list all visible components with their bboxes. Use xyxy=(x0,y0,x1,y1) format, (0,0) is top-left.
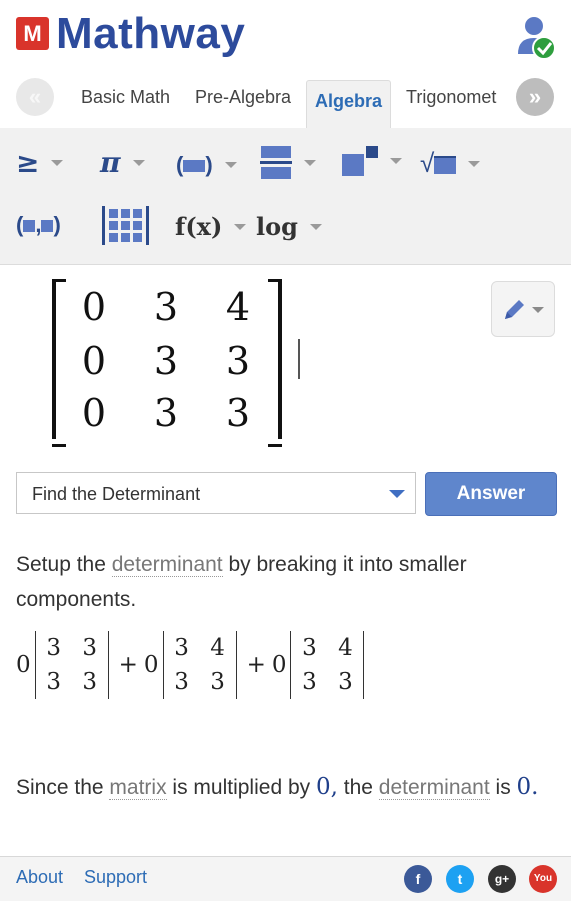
matrix-cell: 3 xyxy=(153,391,179,435)
google-plus-icon[interactable]: g+ xyxy=(488,865,516,893)
matrix-cell: 0 xyxy=(81,285,107,329)
ordered-pair-icon: (,) xyxy=(16,212,61,237)
tabs-next-button[interactable]: » xyxy=(516,78,554,116)
log-icon: log xyxy=(256,212,298,241)
chevron-down-icon xyxy=(468,160,481,167)
solution-step-2: Since the matrix is multiplied by 0, the… xyxy=(16,774,539,800)
parentheses-icon: () xyxy=(176,152,213,177)
chevron-down-icon xyxy=(51,159,64,166)
matrix-cell: 3 xyxy=(153,339,179,383)
answer-button[interactable]: Answer xyxy=(425,472,557,516)
matrix-cell: 0 xyxy=(81,339,107,383)
matrix-cell: 4 xyxy=(225,285,251,329)
minor-determinant: 34 33 xyxy=(290,631,365,699)
radical-menu[interactable]: √ xyxy=(420,148,481,179)
tab-basic-math[interactable]: Basic Math xyxy=(81,80,170,128)
tabs-prev-button[interactable]: « xyxy=(16,78,54,116)
solution-step-1: Setup the determinant by breaking it int… xyxy=(16,553,467,611)
matrix-button[interactable] xyxy=(102,206,149,245)
chevron-down-icon xyxy=(224,162,237,168)
matrix-icon xyxy=(102,206,149,245)
chevron-down-icon xyxy=(389,490,405,498)
determinant-expansion: 0 33 33 + 0 34 33 + 0 34 33 xyxy=(16,630,368,700)
matrix-cell: 3 xyxy=(225,391,251,435)
matrix-cell: 3 xyxy=(153,285,179,329)
parentheses-menu[interactable]: () xyxy=(176,152,237,178)
symbol-palette: ≥ π () √ (,) f(x) log xyxy=(0,128,571,265)
twitter-icon[interactable]: t xyxy=(446,865,474,893)
operation-select[interactable]: Find the Determinant xyxy=(16,472,416,514)
matrix-cell: 3 xyxy=(225,339,251,383)
footer-bar: About Support f t g+ You xyxy=(0,856,571,901)
cofactor-coefficient: 0 xyxy=(143,652,159,678)
function-menu[interactable]: f(x) xyxy=(175,212,247,241)
text-cursor xyxy=(298,339,300,379)
function-icon: f(x) xyxy=(175,212,223,241)
app-header: M Mathway xyxy=(0,0,571,67)
matrix-cell: 0 xyxy=(81,391,107,435)
cofactor-coefficient: 0 xyxy=(271,652,287,678)
chevron-down-icon xyxy=(309,223,322,230)
determinant-link[interactable]: determinant xyxy=(111,553,223,577)
subject-tabbar: « Basic Math Pre-Algebra Algebra Trigono… xyxy=(0,66,571,129)
fraction-icon xyxy=(260,146,292,179)
inequality-icon: ≥ xyxy=(16,146,40,179)
edit-button[interactable] xyxy=(491,281,555,337)
ordered-pair-button[interactable]: (,) xyxy=(16,212,61,238)
user-account-icon[interactable] xyxy=(516,14,556,60)
matrix-link[interactable]: matrix xyxy=(109,776,167,800)
chevron-down-icon xyxy=(234,223,247,230)
determinant-link[interactable]: determinant xyxy=(378,776,490,800)
minor-determinant: 34 33 xyxy=(162,631,237,699)
about-link[interactable]: About xyxy=(16,867,63,888)
chevron-down-icon xyxy=(390,158,402,164)
chevron-down-icon xyxy=(132,159,145,166)
logo-text: Mathway xyxy=(56,9,246,58)
fraction-menu[interactable] xyxy=(260,146,316,179)
plus-operator: + xyxy=(118,652,138,678)
tab-pre-algebra[interactable]: Pre-Algebra xyxy=(195,80,291,128)
exponent-menu[interactable] xyxy=(342,146,402,176)
tab-trigonometry[interactable]: Trigonomet xyxy=(406,80,504,128)
pi-icon: π xyxy=(100,146,121,179)
logo-icon: M xyxy=(16,17,49,50)
facebook-icon[interactable]: f xyxy=(404,865,432,893)
expression-editor[interactable]: 0 3 4 0 3 3 0 3 3 xyxy=(0,265,571,447)
exponent-icon xyxy=(342,146,378,176)
chevron-down-icon xyxy=(304,159,316,166)
support-link[interactable]: Support xyxy=(84,867,147,888)
inequality-menu[interactable]: ≥ xyxy=(16,146,64,179)
pi-menu[interactable]: π xyxy=(100,146,145,179)
tab-algebra[interactable]: Algebra xyxy=(306,80,392,129)
operation-select-value: Find the Determinant xyxy=(32,484,201,504)
minor-determinant: 33 33 xyxy=(34,631,109,699)
plus-operator: + xyxy=(246,652,266,678)
pencil-icon xyxy=(505,300,544,319)
cofactor-coefficient: 0 xyxy=(16,652,31,678)
matrix-display: 0 3 4 0 3 3 0 3 3 xyxy=(52,279,282,447)
radical-icon: √ xyxy=(420,148,457,179)
youtube-icon[interactable]: You xyxy=(529,865,557,893)
log-menu[interactable]: log xyxy=(256,212,322,241)
